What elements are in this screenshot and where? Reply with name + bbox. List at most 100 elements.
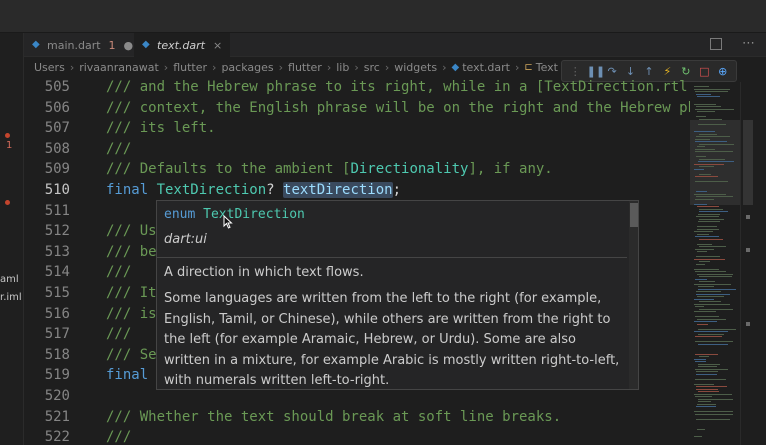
- code-line[interactable]: 522 ///: [24, 427, 690, 445]
- breadcrumb-separator-icon: ›: [514, 60, 520, 74]
- code-token: final: [106, 182, 157, 198]
- code-text: /// be: [106, 242, 157, 262]
- code-token: Directionality: [350, 161, 469, 178]
- code-line[interactable]: 509 /// Defaults to the ambient [Directio…: [24, 159, 690, 179]
- minimap-line: [695, 413, 733, 415]
- code-text: ///: [106, 324, 131, 344]
- hover-scrollbar[interactable]: [629, 201, 638, 389]
- minimap-line: [697, 233, 709, 235]
- minimap-line: [695, 176, 718, 177]
- overview-ruler-mark: [746, 248, 750, 252]
- code-text: /// Se: [106, 345, 157, 365]
- more-actions-icon[interactable]: ⋯: [742, 36, 755, 51]
- line-number: 517: [44, 326, 70, 343]
- breadcrumb-item[interactable]: Text: [536, 61, 558, 74]
- minimap-line: [697, 273, 733, 275]
- minimap-line: [695, 148, 715, 150]
- code-token: ///: [106, 429, 132, 445]
- minimap-line: [698, 333, 724, 335]
- minimap-line: [698, 221, 720, 222]
- step-out-icon[interactable]: ↑: [642, 66, 656, 77]
- signature-keyword: enum: [164, 207, 196, 222]
- grip-icon[interactable]: ⋮: [568, 66, 582, 77]
- minimap-line: [694, 131, 715, 132]
- minimap-line: [696, 293, 730, 295]
- minimap-line: [697, 323, 708, 325]
- minimap-line: [699, 281, 715, 282]
- code-token: /// Defaults to the ambient [: [106, 161, 351, 178]
- minimap[interactable]: [690, 82, 740, 445]
- minimap-line: [698, 391, 719, 392]
- breadcrumb-item[interactable]: flutter: [173, 61, 207, 74]
- breadcrumb-item[interactable]: rivaanranawat: [79, 61, 159, 74]
- code-line[interactable]: 507 /// its left.: [24, 118, 690, 138]
- breadcrumb-item[interactable]: widgets: [394, 61, 437, 74]
- code-token: ], if any.: [468, 161, 553, 178]
- breadcrumb-item[interactable]: flutter: [288, 61, 322, 74]
- minimap-line: [698, 328, 736, 330]
- editor-scrollbar[interactable]: [740, 82, 754, 445]
- minimap-line: [699, 166, 714, 167]
- minimap-line: [694, 283, 731, 285]
- minimap-line: [694, 393, 732, 395]
- breadcrumb-separator-icon: ›: [442, 60, 447, 74]
- minimap-line: [697, 428, 705, 430]
- modified-dot-icon[interactable]: ●: [124, 39, 134, 52]
- code-line[interactable]: 505 /// and the Hebrew phrase to its righ…: [24, 77, 690, 97]
- minimap-line: [695, 378, 726, 380]
- minimap-line: [696, 371, 718, 372]
- line-number: 505: [44, 79, 70, 95]
- minimap-line: [695, 138, 710, 140]
- code-line[interactable]: 508 ///: [24, 139, 690, 159]
- step-over-icon[interactable]: ↷: [605, 66, 619, 77]
- minimap-line: [698, 161, 734, 162]
- code-line[interactable]: 510 final TextDirection? textDirection;: [24, 180, 690, 200]
- minimap-line: [694, 231, 713, 232]
- minimap-line: [694, 298, 714, 300]
- minimap-line: [696, 291, 721, 292]
- highlighted-symbol[interactable]: textDirection: [283, 182, 393, 198]
- minimap-line: [695, 248, 714, 250]
- minimap-line: [699, 301, 721, 302]
- minimap-line: [697, 111, 715, 112]
- breadcrumb-item[interactable]: text.dart: [462, 61, 510, 74]
- pause-icon[interactable]: ❚❚: [587, 66, 605, 77]
- split-editor-icon[interactable]: [710, 38, 722, 50]
- explorer-file-name: aml: [0, 274, 19, 285]
- minimap-line: [695, 141, 727, 142]
- line-number: 509: [44, 161, 70, 178]
- minimap-line: [694, 193, 726, 195]
- minimap-line: [695, 353, 718, 355]
- breadcrumb-item[interactable]: Users: [34, 61, 65, 74]
- dart-file-icon: ◆: [142, 39, 150, 50]
- dart-file-icon: ◆: [32, 39, 40, 50]
- tab-main-dart[interactable]: ◆ main.dart 1 ●: [32, 33, 133, 57]
- breadcrumb-separator-icon: ›: [384, 60, 390, 74]
- minimap-line: [695, 316, 719, 317]
- problem-count-badge: 1: [108, 38, 116, 52]
- close-tab-icon[interactable]: ×: [213, 39, 222, 52]
- step-into-icon[interactable]: ↓: [624, 66, 638, 77]
- minimap-line: [696, 116, 706, 117]
- hot-reload-icon[interactable]: ⚡: [660, 66, 674, 77]
- minimap-line: [696, 191, 707, 192]
- code-line[interactable]: 521 /// Whether the text should break at …: [24, 407, 690, 427]
- breadcrumb-item[interactable]: packages: [221, 61, 273, 74]
- hover-scrollbar-thumb[interactable]: [630, 203, 638, 227]
- code-line[interactable]: 506 /// context, the English phrase will …: [24, 98, 690, 118]
- line-number: 518: [44, 346, 70, 363]
- widget-inspector-icon[interactable]: ⊕: [716, 66, 730, 77]
- scrollbar-thumb[interactable]: [743, 120, 753, 205]
- hot-restart-icon[interactable]: ↻: [679, 66, 693, 77]
- class-symbol-icon: ⊏: [524, 61, 533, 73]
- minimap-line: [695, 341, 733, 342]
- minimap-line: [699, 118, 722, 120]
- stop-icon[interactable]: □: [697, 66, 711, 77]
- breadcrumb-item[interactable]: src: [364, 61, 380, 74]
- minimap-line: [697, 296, 724, 297]
- line-number: 520: [44, 388, 70, 404]
- minimap-line: [694, 258, 725, 260]
- tab-text-dart[interactable]: ◆ text.dart ×: [134, 33, 231, 57]
- line-number: 512: [44, 223, 70, 240]
- breadcrumb-item[interactable]: lib: [336, 61, 349, 74]
